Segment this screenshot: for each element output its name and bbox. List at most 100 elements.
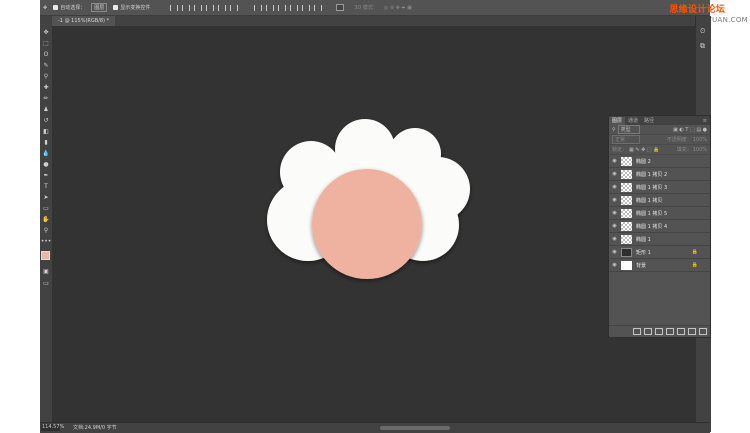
eye-icon[interactable]: ◉ (611, 197, 618, 203)
hand-tool-icon[interactable]: ✋ (42, 216, 50, 223)
blur-tool-icon[interactable]: 💧 (42, 150, 50, 157)
horizontal-scrollbar[interactable] (380, 426, 450, 430)
distribute-buttons[interactable] (249, 0, 327, 15)
eye-icon[interactable]: ◉ (611, 249, 618, 255)
search-icon: ⚲ (612, 126, 616, 133)
distribute-center-icon[interactable] (302, 4, 311, 11)
lock-label: 锁定： (612, 147, 628, 153)
gradient-tool-icon[interactable]: ▮ (42, 139, 50, 146)
zoom-tool-icon[interactable]: ⚲ (42, 227, 50, 234)
document-tab[interactable]: -1 @ 115%(RGB/8) * (52, 16, 116, 26)
eye-icon[interactable]: ◉ (611, 184, 618, 190)
salmon-circle (312, 169, 422, 279)
marquee-tool-icon[interactable]: ⬚ (42, 40, 50, 47)
layer-thumbnail (621, 169, 632, 179)
filter-icons[interactable]: ▣ ◐ T ⬚ ▤ ● (673, 127, 707, 133)
brush-tool-icon[interactable]: ✏ (42, 95, 50, 102)
eye-icon[interactable]: ◉ (611, 210, 618, 216)
fill-field[interactable]: 100% (693, 147, 707, 153)
show-transform-checkbox[interactable]: 显示变换控件 (110, 0, 153, 15)
layer-row[interactable]: ◉ 椭圆 1 拷贝 4 (609, 220, 710, 233)
layer-thumbnail (621, 208, 632, 218)
eyedropper-tool-icon[interactable]: ⚲ (42, 73, 50, 80)
align-buttons[interactable] (165, 0, 243, 15)
path-select-tool-icon[interactable]: ➤ (42, 194, 50, 201)
quick-mask-icon[interactable]: ▣ (42, 268, 50, 275)
lock-icons[interactable]: ▦ ✎ ✥ ⬚ 🔒 (629, 147, 659, 153)
lock-icon: 🔒 (691, 249, 698, 255)
distribute-bottom-icon[interactable] (278, 4, 287, 11)
blend-row: 正常 不透明度： 100% (609, 135, 710, 145)
layer-row[interactable]: ◉ 椭圆 1 (609, 233, 710, 246)
quick-select-tool-icon[interactable]: ✎ (42, 62, 50, 69)
auto-select-checkbox[interactable]: 自动选择： (50, 0, 88, 15)
opacity-field[interactable]: 100% (693, 137, 707, 143)
layer-row[interactable]: ◉ 矩形 1 🔒 (609, 246, 710, 259)
layer-style-icon[interactable] (644, 328, 652, 335)
zoom-field[interactable]: 114.57% (41, 424, 64, 431)
delete-layer-icon[interactable] (699, 328, 707, 335)
distribute-middle-icon[interactable] (266, 4, 275, 11)
align-left-icon[interactable] (206, 4, 215, 11)
distribute-top-icon[interactable] (254, 4, 263, 11)
adjustment-layer-icon[interactable] (666, 328, 674, 335)
layer-row[interactable]: ◉ 椭圆 1 拷贝 2 (609, 168, 710, 181)
stamp-tool-icon[interactable]: ♟ (42, 106, 50, 113)
3d-orbit-icon[interactable]: ◎ ⊕ ✥ ⬌ ▣ (381, 0, 415, 15)
filter-kind-dropdown[interactable]: 类型 (617, 125, 640, 134)
dodge-tool-icon[interactable]: ● (42, 161, 50, 168)
move-tool-icon[interactable]: ✥ (40, 0, 50, 15)
new-layer-icon[interactable] (688, 328, 696, 335)
layer-row[interactable]: ◉ 椭圆 1 拷贝 (609, 194, 710, 207)
layer-row[interactable]: ◉ 椭圆 2 (609, 155, 710, 168)
move-tool-icon[interactable]: ✥ (42, 29, 50, 36)
status-bar: 114.57% 文档:24.9M/0 字节 (40, 422, 710, 433)
type-tool-icon[interactable]: T (42, 183, 50, 190)
auto-align-icon[interactable] (333, 0, 347, 15)
align-top-icon[interactable] (170, 4, 179, 11)
eye-icon[interactable]: ◉ (611, 262, 618, 268)
healing-brush-tool-icon[interactable]: ✚ (42, 84, 50, 91)
layer-row[interactable]: ◉ 背景 🔒 (609, 259, 710, 272)
pen-tool-icon[interactable]: ✒ (42, 172, 50, 179)
distribute-right-icon[interactable] (314, 4, 323, 11)
layers-list: ◉ 椭圆 2 ◉ 椭圆 1 拷贝 2 ◉ 椭圆 1 拷贝 3 ◉ 椭圆 1 拷贝 ◉ 椭圆… (609, 155, 710, 272)
align-center-icon[interactable] (218, 4, 227, 11)
document-canvas[interactable] (53, 26, 695, 422)
blend-mode-dropdown[interactable]: 正常 (612, 135, 641, 144)
history-brush-tool-icon[interactable]: ↺ (42, 117, 50, 124)
eye-icon[interactable]: ◉ (611, 158, 618, 164)
eraser-tool-icon[interactable]: ◧ (42, 128, 50, 135)
layer-thumbnail (621, 195, 632, 205)
distribute-left-icon[interactable] (290, 4, 299, 11)
layer-row[interactable]: ◉ 椭圆 1 拷贝 3 (609, 181, 710, 194)
document-tab-bar: -1 @ 115%(RGB/8) * (40, 16, 695, 26)
eye-icon[interactable]: ◉ (611, 171, 618, 177)
screen-mode-icon[interactable]: ▭ (42, 280, 50, 287)
lasso-tool-icon[interactable]: ʘ (42, 51, 50, 58)
opacity-label: 不透明度： (666, 137, 692, 143)
add-mask-icon[interactable] (655, 328, 663, 335)
eye-icon[interactable]: ◉ (611, 236, 618, 242)
artwork (267, 119, 470, 279)
layer-row[interactable]: ◉ 椭圆 1 拷贝 5 (609, 207, 710, 220)
link-layers-icon[interactable] (633, 328, 641, 335)
tab-layers[interactable]: 图层 (609, 117, 626, 125)
align-middle-icon[interactable] (182, 4, 191, 11)
eye-icon[interactable]: ◉ (611, 223, 618, 229)
align-right-icon[interactable] (230, 4, 239, 11)
properties-panel-icon[interactable]: ⧉ (700, 43, 707, 50)
shape-tool-icon[interactable]: ▭ (42, 205, 50, 212)
tab-paths[interactable]: 路径 (641, 117, 657, 125)
new-group-icon[interactable] (677, 328, 685, 335)
more-tools-icon[interactable]: ••• (41, 238, 52, 245)
layer-thumbnail (621, 247, 632, 257)
foreground-color-swatch[interactable] (41, 251, 50, 260)
align-bottom-icon[interactable] (194, 4, 203, 11)
options-bar: ✥ 自动选择： 图层 显示变换控件 3D 模式： ◎ ⊕ ✥ ⬌ ▣ (40, 0, 710, 16)
tab-channels[interactable]: 通道 (625, 117, 641, 125)
auto-select-dropdown[interactable]: 图层 (88, 0, 110, 15)
panel-menu-icon[interactable]: ≡ (700, 117, 710, 125)
lock-icon: 🔒 (691, 262, 698, 268)
history-panel-icon[interactable]: ⏲ (700, 28, 707, 35)
